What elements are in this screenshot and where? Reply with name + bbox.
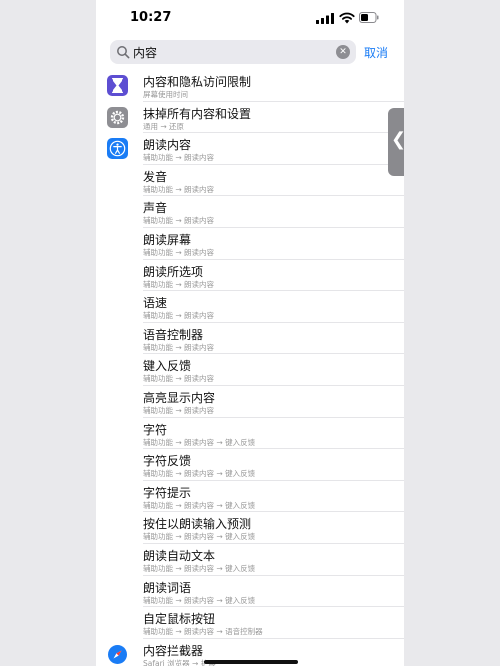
result-title: 语音控制器 bbox=[143, 327, 204, 342]
result-row-content-privacy[interactable]: 内容和隐私访问限制 屏幕使用时间 bbox=[96, 70, 404, 102]
home-indicator bbox=[204, 660, 298, 664]
result-path: 辅助功能 → 朗读内容 → 语音控制器 bbox=[143, 627, 263, 637]
result-path: 辅助功能 → 朗读内容 bbox=[143, 247, 215, 257]
result-row[interactable]: 自定鼠标按钮 辅助功能 → 朗读内容 → 语音控制器 bbox=[96, 607, 404, 639]
result-title: 字符 bbox=[143, 422, 168, 437]
search-results-list: 内容和隐私访问限制 屏幕使用时间 抹掉所有内容和设置 通用 → 还原 朗读内容 … bbox=[96, 70, 404, 666]
status-time: 10:27 bbox=[130, 10, 172, 25]
result-path: 辅助功能 → 朗读内容 → 键入反馈 bbox=[143, 500, 256, 510]
settings-search-screen: 10:27 ✕ bbox=[96, 0, 404, 666]
result-title: 语速 bbox=[143, 296, 168, 311]
gear-icon bbox=[107, 106, 128, 128]
result-row[interactable]: 字符 辅助功能 → 朗读内容 → 键入反馈 bbox=[96, 418, 404, 450]
result-row[interactable]: 朗读屏幕 辅助功能 → 朗读内容 bbox=[96, 228, 404, 260]
result-title: 发音 bbox=[143, 169, 168, 184]
result-row[interactable]: 声音 辅助功能 → 朗读内容 bbox=[96, 196, 404, 228]
result-title: 朗读自动文本 bbox=[143, 548, 216, 563]
result-title: 朗读所选项 bbox=[143, 264, 204, 279]
clear-search-icon[interactable]: ✕ bbox=[336, 45, 350, 59]
result-row[interactable]: 字符反馈 辅助功能 → 朗读内容 → 键入反馈 bbox=[96, 449, 404, 481]
hourglass-icon bbox=[107, 75, 128, 96]
result-path: 屏幕使用时间 bbox=[143, 90, 188, 99]
result-title: 字符反馈 bbox=[143, 454, 192, 469]
result-path: 辅助功能 → 朗读内容 → 键入反馈 bbox=[143, 595, 256, 605]
result-path: 辅助功能 → 朗读内容 → 键入反馈 bbox=[143, 532, 256, 542]
result-row[interactable]: 语速 辅助功能 → 朗读内容 bbox=[96, 291, 404, 323]
result-row[interactable]: 语音控制器 辅助功能 → 朗读内容 bbox=[96, 323, 404, 355]
result-title: 内容和隐私访问限制 bbox=[143, 75, 252, 89]
wifi-icon bbox=[339, 12, 355, 24]
result-path: 辅助功能 → 朗读内容 bbox=[143, 216, 215, 226]
search-icon bbox=[117, 46, 130, 59]
chevron-left-icon: ❮ bbox=[391, 129, 407, 150]
result-title: 朗读词语 bbox=[143, 580, 192, 595]
safari-icon bbox=[107, 643, 128, 665]
cellular-signal-icon bbox=[316, 13, 334, 24]
result-title: 内容拦截器 bbox=[143, 643, 204, 658]
battery-icon bbox=[359, 12, 379, 23]
side-panel-handle[interactable]: ❮ bbox=[388, 108, 407, 176]
result-title: 声音 bbox=[143, 201, 168, 216]
result-row-erase-all[interactable]: 抹掉所有内容和设置 通用 → 还原 bbox=[96, 102, 404, 134]
result-path: 辅助功能 → 朗读内容 bbox=[143, 279, 215, 289]
result-row[interactable]: 朗读词语 辅助功能 → 朗读内容 → 键入反馈 bbox=[96, 576, 404, 608]
search-bar: ✕ bbox=[110, 40, 356, 64]
result-row[interactable]: 高亮显示内容 辅助功能 → 朗读内容 bbox=[96, 386, 404, 418]
page: 10:27 ✕ bbox=[0, 0, 500, 666]
search-input[interactable] bbox=[133, 44, 313, 60]
cancel-button[interactable]: 取消 bbox=[364, 44, 388, 61]
result-title: 键入反馈 bbox=[143, 359, 192, 374]
result-title: 高亮显示内容 bbox=[143, 390, 216, 405]
result-row[interactable]: 发音 辅助功能 → 朗读内容 bbox=[96, 165, 404, 197]
status-bar: 10:27 bbox=[96, 0, 404, 36]
result-title: 按住以朗读输入预测 bbox=[143, 517, 252, 532]
result-row[interactable]: 朗读自动文本 辅助功能 → 朗读内容 → 键入反馈 bbox=[96, 544, 404, 576]
result-row[interactable]: 按住以朗读输入预测 辅助功能 → 朗读内容 → 键入反馈 bbox=[96, 512, 404, 544]
result-row-speak-content[interactable]: 朗读内容 辅助功能 → 朗读内容 bbox=[96, 133, 404, 165]
result-title: 抹掉所有内容和设置 bbox=[143, 106, 252, 121]
result-path: 辅助功能 → 朗读内容 bbox=[143, 405, 215, 415]
result-title: 自定鼠标按钮 bbox=[143, 612, 216, 627]
result-title: 朗读屏幕 bbox=[143, 232, 192, 247]
result-title: 朗读内容 bbox=[143, 138, 192, 153]
result-row[interactable]: 字符提示 辅助功能 → 朗读内容 → 键入反馈 bbox=[96, 481, 404, 513]
result-path: 通用 → 还原 bbox=[143, 121, 185, 131]
result-path: 辅助功能 → 朗读内容 bbox=[143, 153, 215, 163]
result-title: 字符提示 bbox=[143, 485, 192, 500]
result-path: 辅助功能 → 朗读内容 bbox=[143, 374, 215, 384]
result-row[interactable]: 朗读所选项 辅助功能 → 朗读内容 bbox=[96, 260, 404, 292]
accessibility-icon bbox=[107, 138, 128, 160]
result-path: 辅助功能 → 朗读内容 bbox=[143, 184, 215, 194]
result-path: 辅助功能 → 朗读内容 bbox=[143, 342, 215, 352]
result-path: 辅助功能 → 朗读内容 → 键入反馈 bbox=[143, 563, 256, 573]
result-row[interactable]: 键入反馈 辅助功能 → 朗读内容 bbox=[96, 354, 404, 386]
result-path: 辅助功能 → 朗读内容 → 键入反馈 bbox=[143, 469, 256, 479]
result-path: 辅助功能 → 朗读内容 bbox=[143, 311, 215, 321]
result-path: 辅助功能 → 朗读内容 → 键入反馈 bbox=[143, 437, 256, 447]
